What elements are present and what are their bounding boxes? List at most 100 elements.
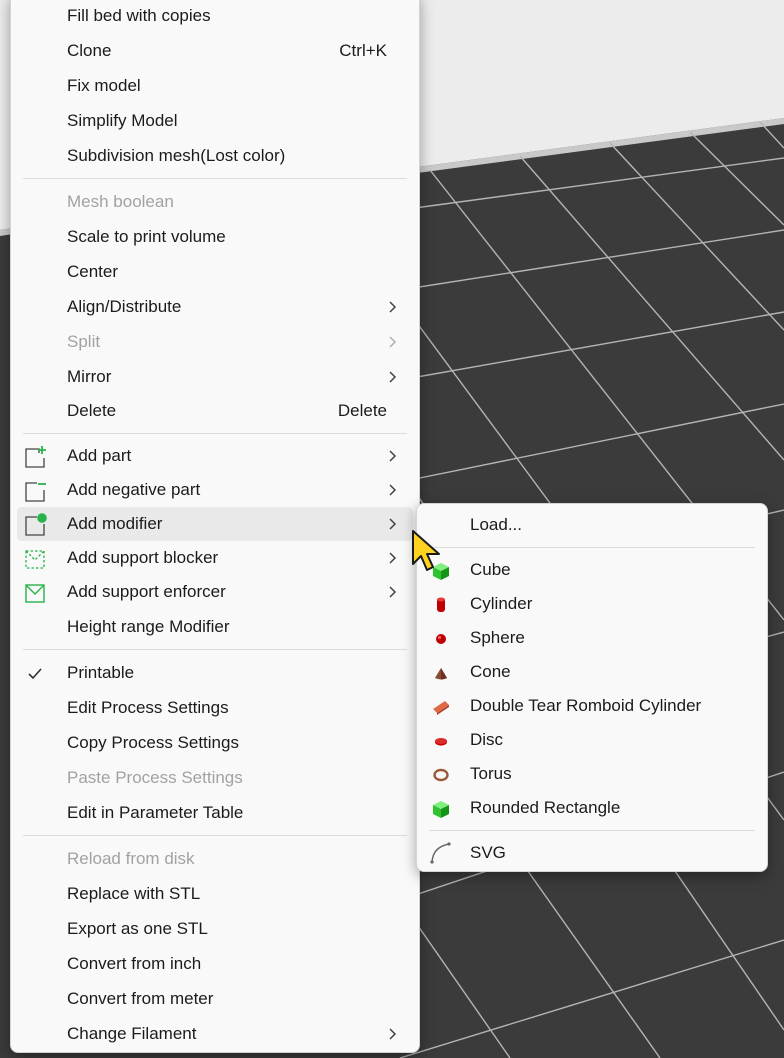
submenu-item-disc[interactable]: Disc bbox=[423, 723, 761, 757]
menu-item-label: Load... bbox=[470, 515, 522, 534]
checkmark-icon bbox=[28, 668, 42, 680]
submenu-item-cone[interactable]: Cone bbox=[423, 655, 761, 689]
menu-item-convert-from-inch[interactable]: Convert from inch bbox=[17, 947, 413, 981]
mouse-cursor-icon bbox=[412, 530, 440, 571]
menu-item-label: Paste Process Settings bbox=[67, 768, 243, 787]
menu-item-label: Cylinder bbox=[470, 594, 533, 613]
menu-item-label: Add support enforcer bbox=[67, 582, 226, 601]
menu-item-edit-in-parameter-table[interactable]: Edit in Parameter Table bbox=[17, 796, 413, 830]
menu-item-label: Replace with STL bbox=[67, 884, 201, 903]
menu-item-label: Fix model bbox=[67, 76, 141, 95]
menu-item-add-negative-part[interactable]: Add negative part bbox=[17, 473, 413, 507]
menu-item-label: Double Tear Romboid Cylinder bbox=[470, 696, 702, 715]
menu-item-mesh-boolean: Mesh boolean bbox=[17, 185, 413, 219]
romboid-cylinder-icon bbox=[433, 701, 449, 715]
menu-item-label: Change Filament bbox=[67, 1024, 197, 1043]
chevron-right-icon bbox=[389, 336, 397, 348]
menu-item-label: Edit in Parameter Table bbox=[67, 803, 244, 822]
menu-item-change-filament[interactable]: Change Filament bbox=[17, 1017, 413, 1051]
menu-item-align-distribute[interactable]: Align/Distribute bbox=[17, 290, 413, 324]
menu-item-add-support-blocker[interactable]: Add support blocker bbox=[17, 541, 413, 575]
menu-item-mirror[interactable]: Mirror bbox=[17, 360, 413, 394]
menu-separator bbox=[429, 547, 755, 548]
menu-item-label: Rounded Rectangle bbox=[470, 798, 621, 817]
add-negative-part-icon bbox=[25, 482, 46, 502]
menu-item-delete[interactable]: Delete Delete bbox=[17, 394, 413, 428]
menu-item-edit-process-settings[interactable]: Edit Process Settings bbox=[17, 691, 413, 725]
menu-item-add-part[interactable]: Add part bbox=[17, 439, 413, 473]
menu-item-label: Add part bbox=[67, 446, 132, 465]
menu-item-simplify-model[interactable]: Simplify Model bbox=[17, 104, 413, 138]
cylinder-icon bbox=[437, 597, 445, 612]
menu-item-label: Torus bbox=[470, 764, 512, 783]
menu-item-subdivision-mesh[interactable]: Subdivision mesh(Lost color) bbox=[17, 139, 413, 173]
submenu-item-torus[interactable]: Torus bbox=[423, 757, 761, 791]
menu-item-clone[interactable]: Clone Ctrl+K bbox=[17, 34, 413, 68]
chevron-right-icon bbox=[389, 301, 397, 313]
chevron-right-icon bbox=[389, 586, 397, 598]
menu-item-label: Sphere bbox=[470, 628, 525, 647]
menu-item-label: Convert from inch bbox=[67, 954, 202, 973]
menu-item-convert-from-meter[interactable]: Convert from meter bbox=[17, 982, 413, 1016]
chevron-right-icon bbox=[389, 371, 397, 383]
menu-item-label: Height range Modifier bbox=[67, 617, 230, 636]
menu-item-label: Convert from meter bbox=[67, 989, 214, 1008]
submenu-item-sphere[interactable]: Sphere bbox=[423, 621, 761, 655]
menu-separator bbox=[23, 649, 407, 650]
menu-item-label: Add modifier bbox=[67, 514, 163, 533]
submenu-item-double-tear-romboid-cylinder[interactable]: Double Tear Romboid Cylinder bbox=[423, 689, 761, 723]
menu-item-label: Printable bbox=[67, 663, 135, 682]
menu-item-height-range-modifier[interactable]: Height range Modifier bbox=[17, 610, 413, 644]
rounded-rectangle-icon bbox=[433, 801, 449, 818]
menu-item-scale-to-print-volume[interactable]: Scale to print volume bbox=[17, 220, 413, 254]
add-modifier-icon bbox=[25, 513, 47, 536]
menu-item-add-modifier[interactable]: Add modifier bbox=[17, 507, 413, 541]
menu-item-label: Cube bbox=[470, 560, 511, 579]
menu-item-replace-with-stl[interactable]: Replace with STL bbox=[17, 877, 413, 911]
submenu-item-cube[interactable]: Cube bbox=[423, 553, 761, 587]
menu-item-label: Export as one STL bbox=[67, 919, 208, 938]
chevron-right-icon bbox=[389, 450, 397, 462]
menu-item-label: Delete bbox=[67, 401, 117, 420]
menu-item-label: SVG bbox=[470, 843, 506, 862]
menu-item-label: Reload from disk bbox=[67, 849, 195, 868]
menu-item-label: Scale to print volume bbox=[67, 227, 226, 246]
svg-curve-icon bbox=[430, 842, 451, 864]
menu-item-label: Mirror bbox=[67, 367, 112, 386]
menu-item-fix-model[interactable]: Fix model bbox=[17, 69, 413, 103]
sphere-icon bbox=[436, 634, 446, 644]
disc-icon bbox=[435, 738, 447, 746]
menu-item-add-support-enforcer[interactable]: Add support enforcer bbox=[17, 575, 413, 609]
menu-separator bbox=[23, 835, 407, 836]
torus-icon bbox=[433, 768, 449, 782]
menu-separator bbox=[23, 433, 407, 434]
menu-item-label: Add negative part bbox=[67, 480, 201, 499]
menu-item-copy-process-settings[interactable]: Copy Process Settings bbox=[17, 726, 413, 760]
context-menu: Fill bed with copies Clone Ctrl+K Fix mo… bbox=[10, 0, 420, 1053]
submenu-item-cylinder[interactable]: Cylinder bbox=[423, 587, 761, 621]
menu-item-label: Subdivision mesh(Lost color) bbox=[67, 146, 286, 165]
shortcut-label: Delete bbox=[337, 401, 387, 420]
menu-item-paste-process-settings: Paste Process Settings bbox=[17, 761, 413, 795]
submenu-item-svg[interactable]: SVG bbox=[423, 836, 761, 870]
menu-item-label: Mesh boolean bbox=[67, 192, 174, 211]
support-enforcer-icon bbox=[25, 584, 45, 603]
chevron-right-icon bbox=[389, 552, 397, 564]
menu-item-label: Center bbox=[67, 262, 119, 281]
cone-icon bbox=[435, 668, 447, 680]
menu-item-label: Disc bbox=[470, 730, 504, 749]
menu-separator bbox=[23, 178, 407, 179]
modifier-submenu: Load... Cube Cylinder Sphere Cone Double… bbox=[416, 503, 768, 872]
submenu-item-load[interactable]: Load... bbox=[423, 508, 761, 542]
menu-item-label: Fill bed with copies bbox=[67, 6, 211, 25]
menu-separator bbox=[429, 830, 755, 831]
submenu-item-rounded-rectangle[interactable]: Rounded Rectangle bbox=[423, 791, 761, 825]
add-part-icon bbox=[25, 446, 46, 468]
menu-item-reload-from-disk: Reload from disk bbox=[17, 842, 413, 876]
menu-item-label: Edit Process Settings bbox=[67, 698, 229, 717]
menu-item-center[interactable]: Center bbox=[17, 255, 413, 289]
chevron-right-icon bbox=[389, 484, 397, 496]
menu-item-printable[interactable]: Printable bbox=[17, 656, 413, 690]
menu-item-export-as-one-stl[interactable]: Export as one STL bbox=[17, 912, 413, 946]
menu-item-fill-bed-with-copies[interactable]: Fill bed with copies bbox=[17, 0, 413, 33]
